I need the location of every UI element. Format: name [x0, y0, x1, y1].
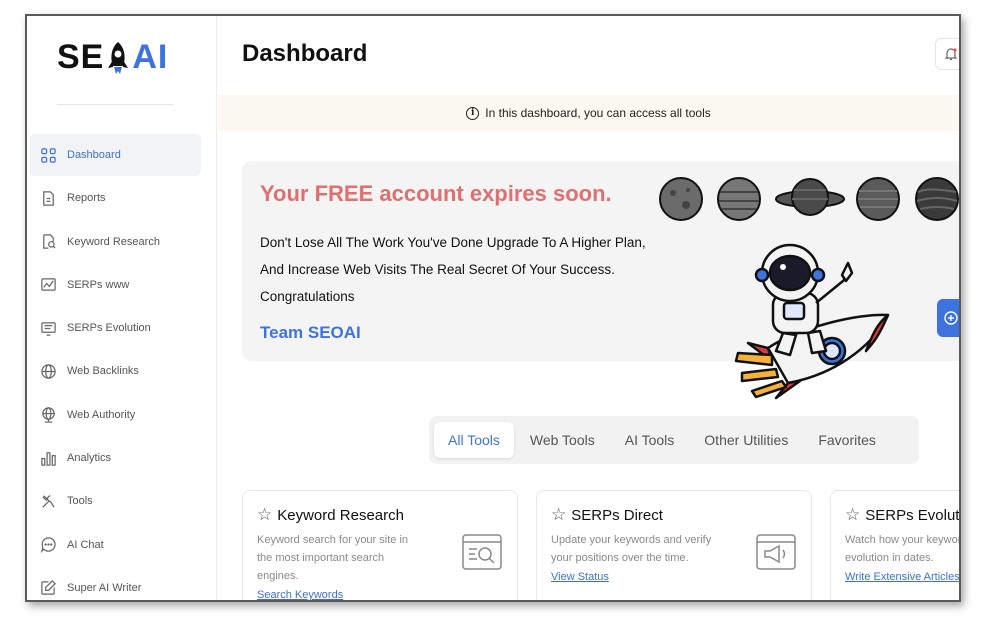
tab-web-tools[interactable]: Web Tools	[516, 422, 609, 458]
chart-image-icon	[39, 276, 57, 294]
tool-cards: ☆ Keyword Research Keyword search for yo…	[242, 490, 961, 600]
sidebar-item-label: Reports	[67, 192, 106, 205]
sidebar-item-keyword-research[interactable]: Keyword Research	[29, 221, 201, 263]
notice-text: In this dashboard, you can access all to…	[485, 106, 711, 120]
page-title: Dashboard	[242, 40, 368, 67]
sidebar: SE AI Dashboard Reports Keyword Research…	[27, 16, 217, 600]
card-description: Update your keywords and verify your pos…	[551, 534, 712, 564]
planets-illustration	[659, 177, 959, 221]
sidebar-item-dashboard[interactable]: Dashboard	[29, 134, 201, 176]
sidebar-item-reports[interactable]: Reports	[29, 177, 201, 219]
main-content: Dashboard i In this dashboard, you can a…	[218, 16, 959, 600]
sidebar-item-label: SERPs www	[67, 278, 130, 291]
browser-megaphone-icon	[756, 534, 796, 570]
banner-text: Don't Lose All The Work You've Done Upgr…	[260, 235, 646, 304]
app-window: SE AI Dashboard Reports Keyword Research…	[25, 14, 961, 602]
astronaut-rocket-illustration	[734, 243, 890, 400]
edit-pen-icon	[39, 579, 57, 597]
tool-card[interactable]: ☆ SERPs Evolution Watch how your keyword…	[830, 490, 961, 600]
monitor-list-icon	[39, 319, 57, 337]
banner-title: Your FREE account expires soon.	[260, 181, 612, 206]
globe-network-icon	[39, 406, 57, 424]
sidebar-item-label: Analytics	[67, 452, 112, 465]
chat-bubble-icon	[39, 536, 57, 554]
tool-card[interactable]: ☆ SERPs Direct Update your keywords and …	[536, 490, 812, 600]
star-icon[interactable]: ☆	[845, 505, 860, 525]
tools-tabs: All Tools Web Tools AI Tools Other Utili…	[429, 416, 919, 464]
card-title: SERPs Evolution	[865, 506, 960, 524]
sidebar-item-web-backlinks[interactable]: Web Backlinks	[29, 350, 201, 392]
sidebar-item-tools[interactable]: Tools	[29, 480, 201, 522]
card-description: Watch how your keywords evolution in dat…	[845, 534, 961, 564]
sidebar-item-label: SERPs Evolution	[67, 322, 151, 335]
info-icon: i	[466, 106, 480, 120]
sidebar-item-label: AI Chat	[67, 538, 104, 551]
tool-card[interactable]: ☆ Keyword Research Keyword search for yo…	[242, 490, 518, 600]
logo[interactable]: SE AI	[57, 38, 168, 77]
info-notice-bar: i In this dashboard, you can access all …	[218, 95, 959, 131]
sidebar-item-label: Web Authority	[67, 408, 136, 421]
sidebar-item-ai-chat[interactable]: AI Chat	[29, 524, 201, 566]
sidebar-item-label: Dashboard	[67, 149, 121, 161]
card-title: SERPs Direct	[571, 506, 663, 524]
star-icon[interactable]: ☆	[257, 505, 272, 525]
sidebar-item-super-ai-writer[interactable]: Super AI Writer	[29, 567, 201, 600]
grid-icon	[39, 146, 57, 164]
sidebar-item-label: Web Backlinks	[67, 365, 139, 378]
card-link[interactable]: Search Keywords	[257, 589, 343, 600]
floating-plus-button[interactable]	[937, 299, 959, 337]
globe-icon	[39, 362, 57, 380]
card-description: Keyword search for your site in the most…	[257, 534, 409, 582]
rocket-logo-icon	[108, 41, 129, 74]
tab-other-utilities[interactable]: Other Utilities	[690, 422, 802, 458]
sidebar-item-label: Keyword Research	[67, 235, 160, 248]
card-link[interactable]: View Status	[551, 571, 609, 583]
file-search-icon	[39, 233, 57, 251]
tools-icon	[39, 492, 57, 510]
notification-button[interactable]	[935, 38, 959, 70]
tab-favorites[interactable]: Favorites	[804, 422, 890, 458]
document-icon	[39, 189, 57, 207]
sidebar-item-analytics[interactable]: Analytics	[29, 437, 201, 479]
plus-circle-icon	[944, 311, 958, 325]
bar-chart-icon	[39, 449, 57, 467]
card-title-row: ☆ SERPs Evolution	[845, 505, 960, 525]
logo-text-left: SE	[57, 38, 105, 76]
sidebar-item-label: Super AI Writer	[67, 581, 142, 594]
card-link[interactable]: Write Extensive Articles	[845, 571, 959, 583]
star-icon[interactable]: ☆	[551, 505, 566, 525]
sidebar-item-label: Tools	[67, 495, 93, 508]
upgrade-banner: Your FREE account expires soon. Don't Lo…	[242, 161, 959, 400]
card-title: Keyword Research	[277, 506, 404, 524]
logo-text-right: AI	[132, 38, 169, 76]
tab-ai-tools[interactable]: AI Tools	[611, 422, 689, 458]
logo-divider	[57, 104, 173, 105]
sidebar-item-serps-www[interactable]: SERPs www	[29, 264, 201, 306]
banner-signature: Team SEOAI	[260, 323, 361, 342]
bell-icon	[944, 48, 958, 61]
sidebar-item-serps-evolution[interactable]: SERPs Evolution	[29, 307, 201, 349]
tab-all-tools[interactable]: All Tools	[434, 422, 514, 458]
card-title-row: ☆ Keyword Research	[257, 505, 503, 525]
sidebar-nav: Dashboard Reports Keyword Research SERPs…	[29, 134, 201, 600]
sidebar-item-web-authority[interactable]: Web Authority	[29, 394, 201, 436]
browser-search-icon	[462, 534, 502, 570]
card-title-row: ☆ SERPs Direct	[551, 505, 797, 525]
